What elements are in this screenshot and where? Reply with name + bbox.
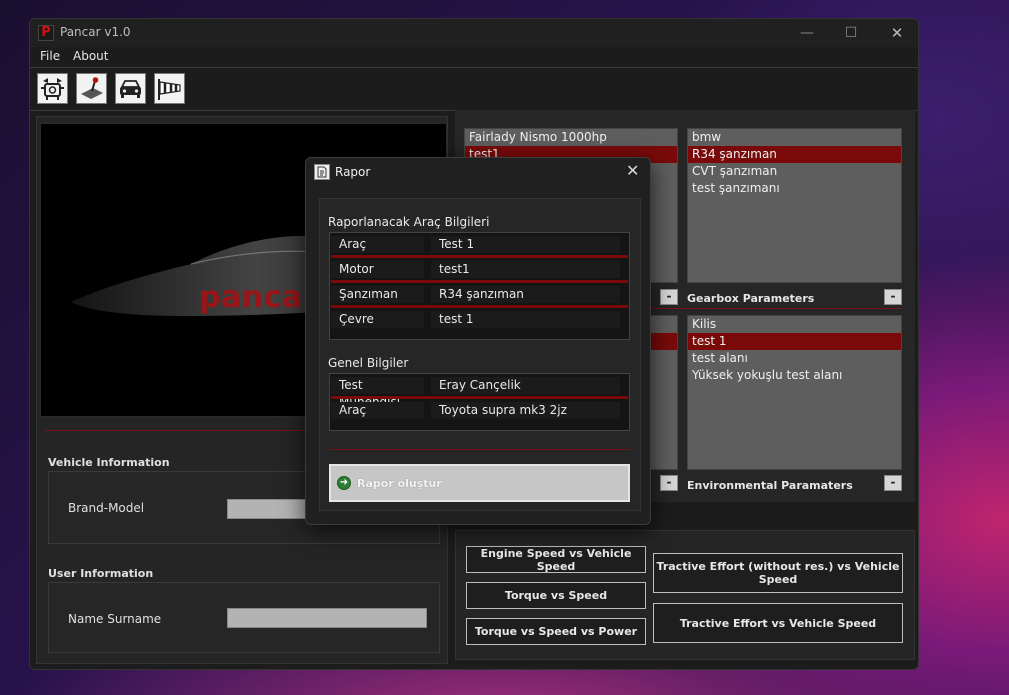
user-info-box: Name Surname [48, 582, 440, 653]
row-key: Çevre [331, 311, 424, 328]
gearbox-list[interactable]: bmw R34 şanzıman CVT şanzıman test şanzı… [687, 128, 902, 283]
list-item[interactable]: test alanı [688, 350, 901, 367]
row-value: test 1 [431, 311, 620, 328]
close-button[interactable]: ✕ [882, 24, 912, 42]
torque-speed-power-button[interactable]: Torque vs Speed vs Power [466, 618, 646, 645]
remove-engine-button[interactable]: - [660, 475, 678, 491]
brand-model-label: Brand-Model [68, 501, 145, 515]
create-report-label: Rapor oluştur [357, 476, 442, 490]
torque-vs-speed-button[interactable]: Torque vs Speed [466, 582, 646, 609]
list-item[interactable]: Kilis [688, 316, 901, 333]
list-item[interactable]: test şanzımanı [688, 180, 901, 197]
menu-bar: File About [30, 47, 918, 67]
table-row: Araç Test 1 [330, 233, 629, 258]
list-item[interactable]: Fairlady Nismo 1000hp [465, 129, 677, 146]
table-row: Test Mühendisi Eray Cançelik [330, 374, 629, 409]
name-surname-field[interactable] [227, 608, 427, 628]
name-surname-label: Name Surname [68, 612, 162, 626]
remove-gearbox-button[interactable]: - [884, 289, 902, 305]
environmental-parameters-label: Environmental Paramaters [687, 479, 853, 492]
row-key: Test Mühendisi [331, 377, 424, 409]
engine-icon [41, 78, 64, 100]
list-item-selected[interactable]: test 1 [688, 333, 901, 350]
row-value: Eray Cançelik [431, 377, 620, 394]
table-row: Araç Toyota supra mk3 2jz [330, 399, 629, 424]
user-info-title: User Information [48, 567, 154, 580]
row-value: Toyota supra mk3 2jz [431, 402, 620, 419]
toolbar [30, 67, 918, 111]
general-info-table: Test Mühendisi Eray Cançelik Araç Toyota… [329, 373, 630, 431]
create-report-button[interactable]: ➜ Rapor oluştur [329, 464, 630, 502]
menu-about[interactable]: About [73, 49, 108, 63]
list-item[interactable]: CVT şanzıman [688, 163, 901, 180]
dialog-body: Raporlanacak Araç Bilgileri Araç Test 1 … [319, 198, 641, 511]
table-row: Şanzıman R34 şanzıman [330, 283, 629, 308]
windsock-icon [158, 79, 181, 100]
gearbox-button[interactable] [76, 73, 107, 104]
vehicle-info-table: Araç Test 1 Motor test1 Şanzıman R34 şan… [329, 232, 630, 340]
row-key: Motor [331, 261, 424, 278]
list-item[interactable]: bmw [688, 129, 901, 146]
car-front-icon [120, 80, 141, 98]
arrow-right-icon: ➜ [337, 476, 351, 490]
menu-file[interactable]: File [40, 49, 60, 63]
title-bar[interactable]: P Pancar v1.0 — ☐ ✕ [30, 19, 918, 47]
row-key: Şanzıman [331, 286, 424, 303]
minimize-button[interactable]: — [792, 24, 822, 42]
tractive-effort-no-res-button[interactable]: Tractive Effort (without res.) vs Vehicl… [653, 553, 903, 593]
row-key: Araç [331, 236, 424, 253]
vehicle-button[interactable] [115, 73, 146, 104]
brand-logo-text: pancar [199, 280, 318, 315]
list-item[interactable]: Yüksek yokuşlu test alanı [688, 367, 901, 384]
table-row: Çevre test 1 [330, 308, 629, 333]
row-value: R34 şanzıman [431, 286, 620, 303]
vehicle-section-title: Raporlanacak Araç Bilgileri [328, 215, 490, 229]
tractive-effort-button[interactable]: Tractive Effort vs Vehicle Speed [653, 603, 903, 643]
maximize-button[interactable]: ☐ [836, 24, 866, 42]
app-logo-icon: P [38, 25, 54, 41]
divider [329, 449, 630, 450]
environment-button[interactable] [154, 73, 185, 104]
row-key: Araç [331, 402, 424, 419]
gear-shifter-icon [81, 77, 103, 99]
remove-environment-button[interactable]: - [884, 475, 902, 491]
report-dialog: Rapor ✕ Raporlanacak Araç Bilgileri Araç… [305, 157, 651, 525]
graph-panel: Engine Speed vs Vehicle Speed Torque vs … [455, 530, 915, 660]
list-item-selected[interactable]: R34 şanzıman [688, 146, 901, 163]
row-value: test1 [431, 261, 620, 278]
engine-vs-vehicle-speed-button[interactable]: Engine Speed vs Vehicle Speed [466, 546, 646, 573]
engine-button[interactable] [37, 73, 68, 104]
dialog-title: Rapor [335, 165, 371, 179]
report-icon [314, 164, 330, 180]
dialog-close-button[interactable]: ✕ [626, 161, 639, 180]
window-title: Pancar v1.0 [60, 25, 131, 39]
environment-list[interactable]: Kilis test 1 test alanı Yüksek yokuşlu t… [687, 315, 902, 470]
table-row: Motor test1 [330, 258, 629, 283]
remove-vehicle-button[interactable]: - [660, 289, 678, 305]
gearbox-parameters-label: Gearbox Parameters [687, 292, 815, 305]
row-value: Test 1 [431, 236, 620, 253]
vehicle-info-title: Vehicle Information [48, 456, 170, 469]
general-section-title: Genel Bilgiler [328, 356, 409, 370]
